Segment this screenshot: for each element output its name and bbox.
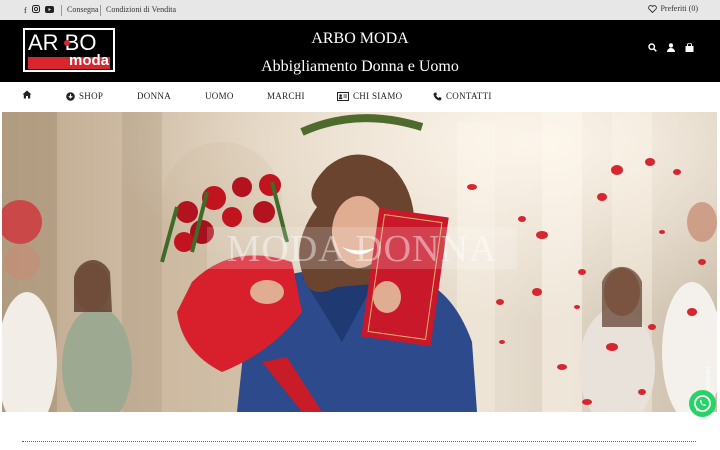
nav-contatti-label: CONTATTI (446, 91, 492, 101)
nav-chi-siamo-label: CHI SIAMO (353, 91, 403, 101)
terms-link[interactable]: Condizioni di Vendita (106, 5, 176, 14)
download-circle-icon (66, 91, 75, 101)
nav-home[interactable] (22, 90, 32, 99)
instagram-icon[interactable] (31, 5, 40, 15)
protected-badge: protected (706, 366, 712, 392)
hero-image: MODA DONNA (2, 112, 717, 412)
heart-icon (648, 4, 658, 13)
nav-uomo[interactable]: UOMO (205, 91, 234, 101)
nav-contatti[interactable]: CONTATTI (433, 91, 492, 101)
topbar-separator (61, 5, 62, 16)
search-icon[interactable] (648, 43, 657, 54)
favorites-link[interactable]: Preferiti (0) (648, 4, 698, 13)
nav-chi-siamo[interactable]: CHI SIAMO (337, 91, 402, 101)
section-divider (22, 441, 696, 442)
favorites-label: Preferiti (0) (660, 4, 698, 13)
logo-text-bottom: moda (68, 52, 109, 69)
hero-banner[interactable]: MODA DONNA (2, 112, 717, 412)
topbar-separator (100, 5, 101, 16)
facebook-icon[interactable]: f (24, 6, 27, 15)
logo-dot (64, 40, 70, 46)
cart-icon[interactable] (685, 42, 694, 54)
site-logo[interactable]: AR BO moda (23, 28, 115, 72)
nav-shop[interactable]: SHOP (66, 91, 103, 101)
site-subtitle: Abbigliamento Donna e Uomo (261, 58, 459, 75)
main-nav: SHOP DONNA UOMO MARCHI CHI SIAMO CONTATT… (0, 82, 720, 111)
whatsapp-button[interactable] (689, 390, 716, 417)
whatsapp-icon (694, 395, 711, 412)
nav-donna-label: DONNA (137, 91, 171, 101)
id-card-icon (337, 91, 349, 101)
nav-marchi-label: MARCHI (267, 91, 305, 101)
top-bar: f Consegna Condizioni di Vendita Preferi… (0, 0, 720, 20)
header-icons (648, 42, 694, 54)
nav-uomo-label: UOMO (205, 91, 234, 101)
site-header: AR BO moda ARBO MODA Abbigliamento Donna… (0, 20, 720, 82)
social-links: f (24, 0, 54, 20)
user-icon[interactable] (667, 43, 675, 54)
hero-overlay-text: MODA DONNA (227, 228, 498, 270)
delivery-link[interactable]: Consegna (67, 5, 99, 14)
nav-shop-label: SHOP (79, 91, 104, 101)
phone-icon (433, 92, 442, 101)
nav-donna[interactable]: DONNA (137, 91, 171, 101)
site-title: ARBO MODA (311, 30, 409, 47)
home-icon (22, 90, 32, 99)
youtube-icon[interactable] (44, 5, 54, 15)
nav-marchi[interactable]: MARCHI (267, 91, 305, 101)
